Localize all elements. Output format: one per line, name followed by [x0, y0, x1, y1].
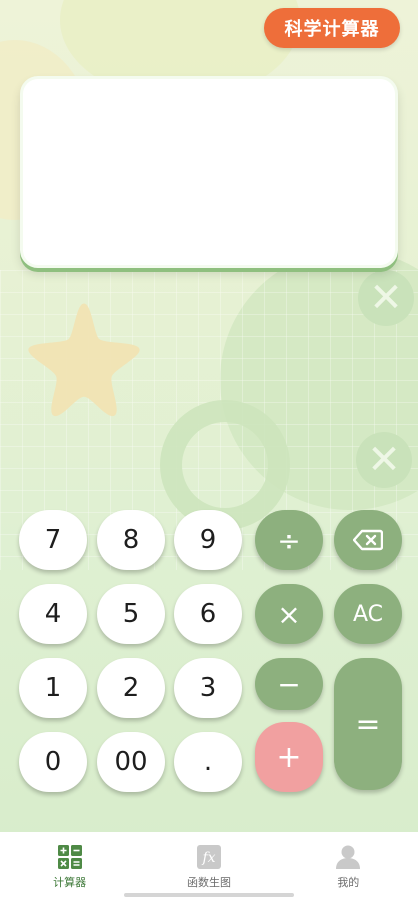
key-dot[interactable]: .: [174, 732, 242, 792]
key-5[interactable]: 5: [97, 584, 165, 644]
function-graph-icon: fx: [196, 845, 221, 869]
home-indicator: [124, 893, 294, 897]
key-divide[interactable]: ÷: [255, 510, 323, 570]
tab-profile[interactable]: 我的: [298, 844, 398, 890]
key-clear[interactable]: AC: [334, 584, 402, 644]
scientific-calculator-button[interactable]: 科学计算器: [264, 8, 400, 48]
tab-label: 计算器: [53, 876, 87, 889]
profile-icon: [336, 845, 361, 869]
key-6[interactable]: 6: [174, 584, 242, 644]
key-minus[interactable]: −: [255, 658, 323, 710]
key-1[interactable]: 1: [19, 658, 87, 718]
key-00[interactable]: 00: [97, 732, 165, 792]
key-equals[interactable]: =: [334, 658, 402, 790]
tab-calculator[interactable]: 计算器: [20, 844, 120, 890]
key-4[interactable]: 4: [19, 584, 87, 644]
calculator-screen: ✕ ✕ 科学计算器 7 8 9 ÷ 4 5 6 × AC 1 2 3 − = 0…: [0, 0, 418, 898]
calculator-display: [20, 76, 398, 268]
key-backspace[interactable]: [334, 510, 402, 570]
key-7[interactable]: 7: [19, 510, 87, 570]
bottom-tab-bar: 计算器 fx 函数生图 我的: [0, 832, 418, 898]
key-plus[interactable]: +: [255, 722, 323, 792]
calculator-icon: [57, 845, 82, 869]
svg-text:fx: fx: [201, 850, 215, 866]
key-0[interactable]: 0: [19, 732, 87, 792]
key-8[interactable]: 8: [97, 510, 165, 570]
key-2[interactable]: 2: [97, 658, 165, 718]
tab-label: 函数生图: [186, 876, 231, 889]
tab-label: 我的: [337, 876, 360, 889]
backspace-icon: [353, 529, 383, 551]
key-9[interactable]: 9: [174, 510, 242, 570]
tab-function-graph[interactable]: fx 函数生图: [159, 844, 259, 890]
key-3[interactable]: 3: [174, 658, 242, 718]
key-multiply[interactable]: ×: [255, 584, 323, 644]
